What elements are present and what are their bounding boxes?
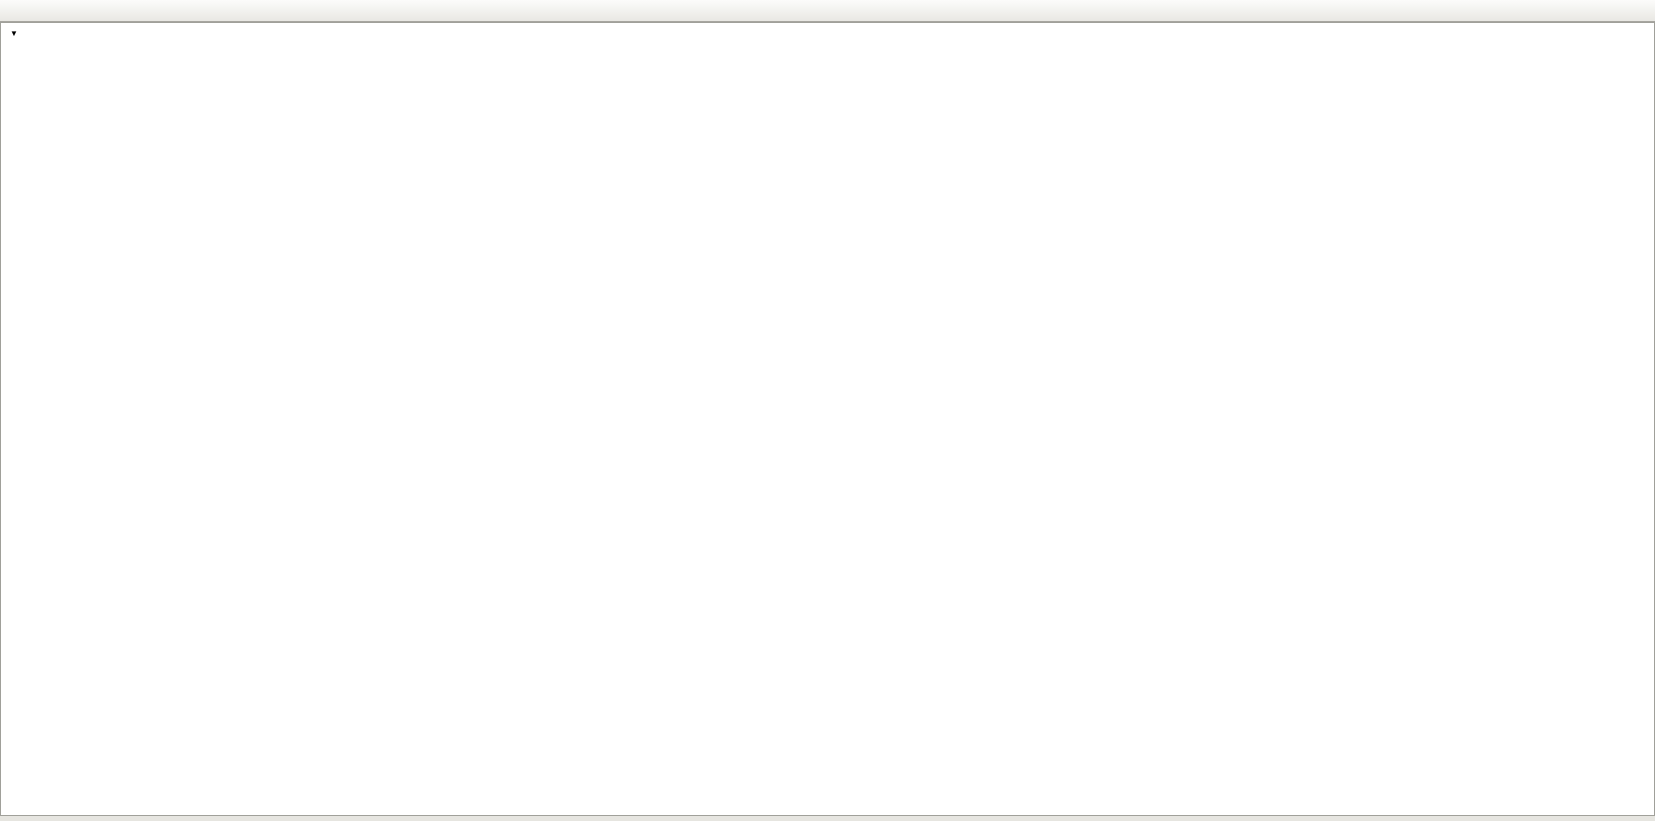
chart-title: ▼ (10, 27, 23, 39)
chart-canvas[interactable] (0, 0, 1655, 821)
chart-collapse-icon[interactable]: ▼ (10, 29, 18, 38)
terminal-window: ▼ (0, 0, 1655, 821)
